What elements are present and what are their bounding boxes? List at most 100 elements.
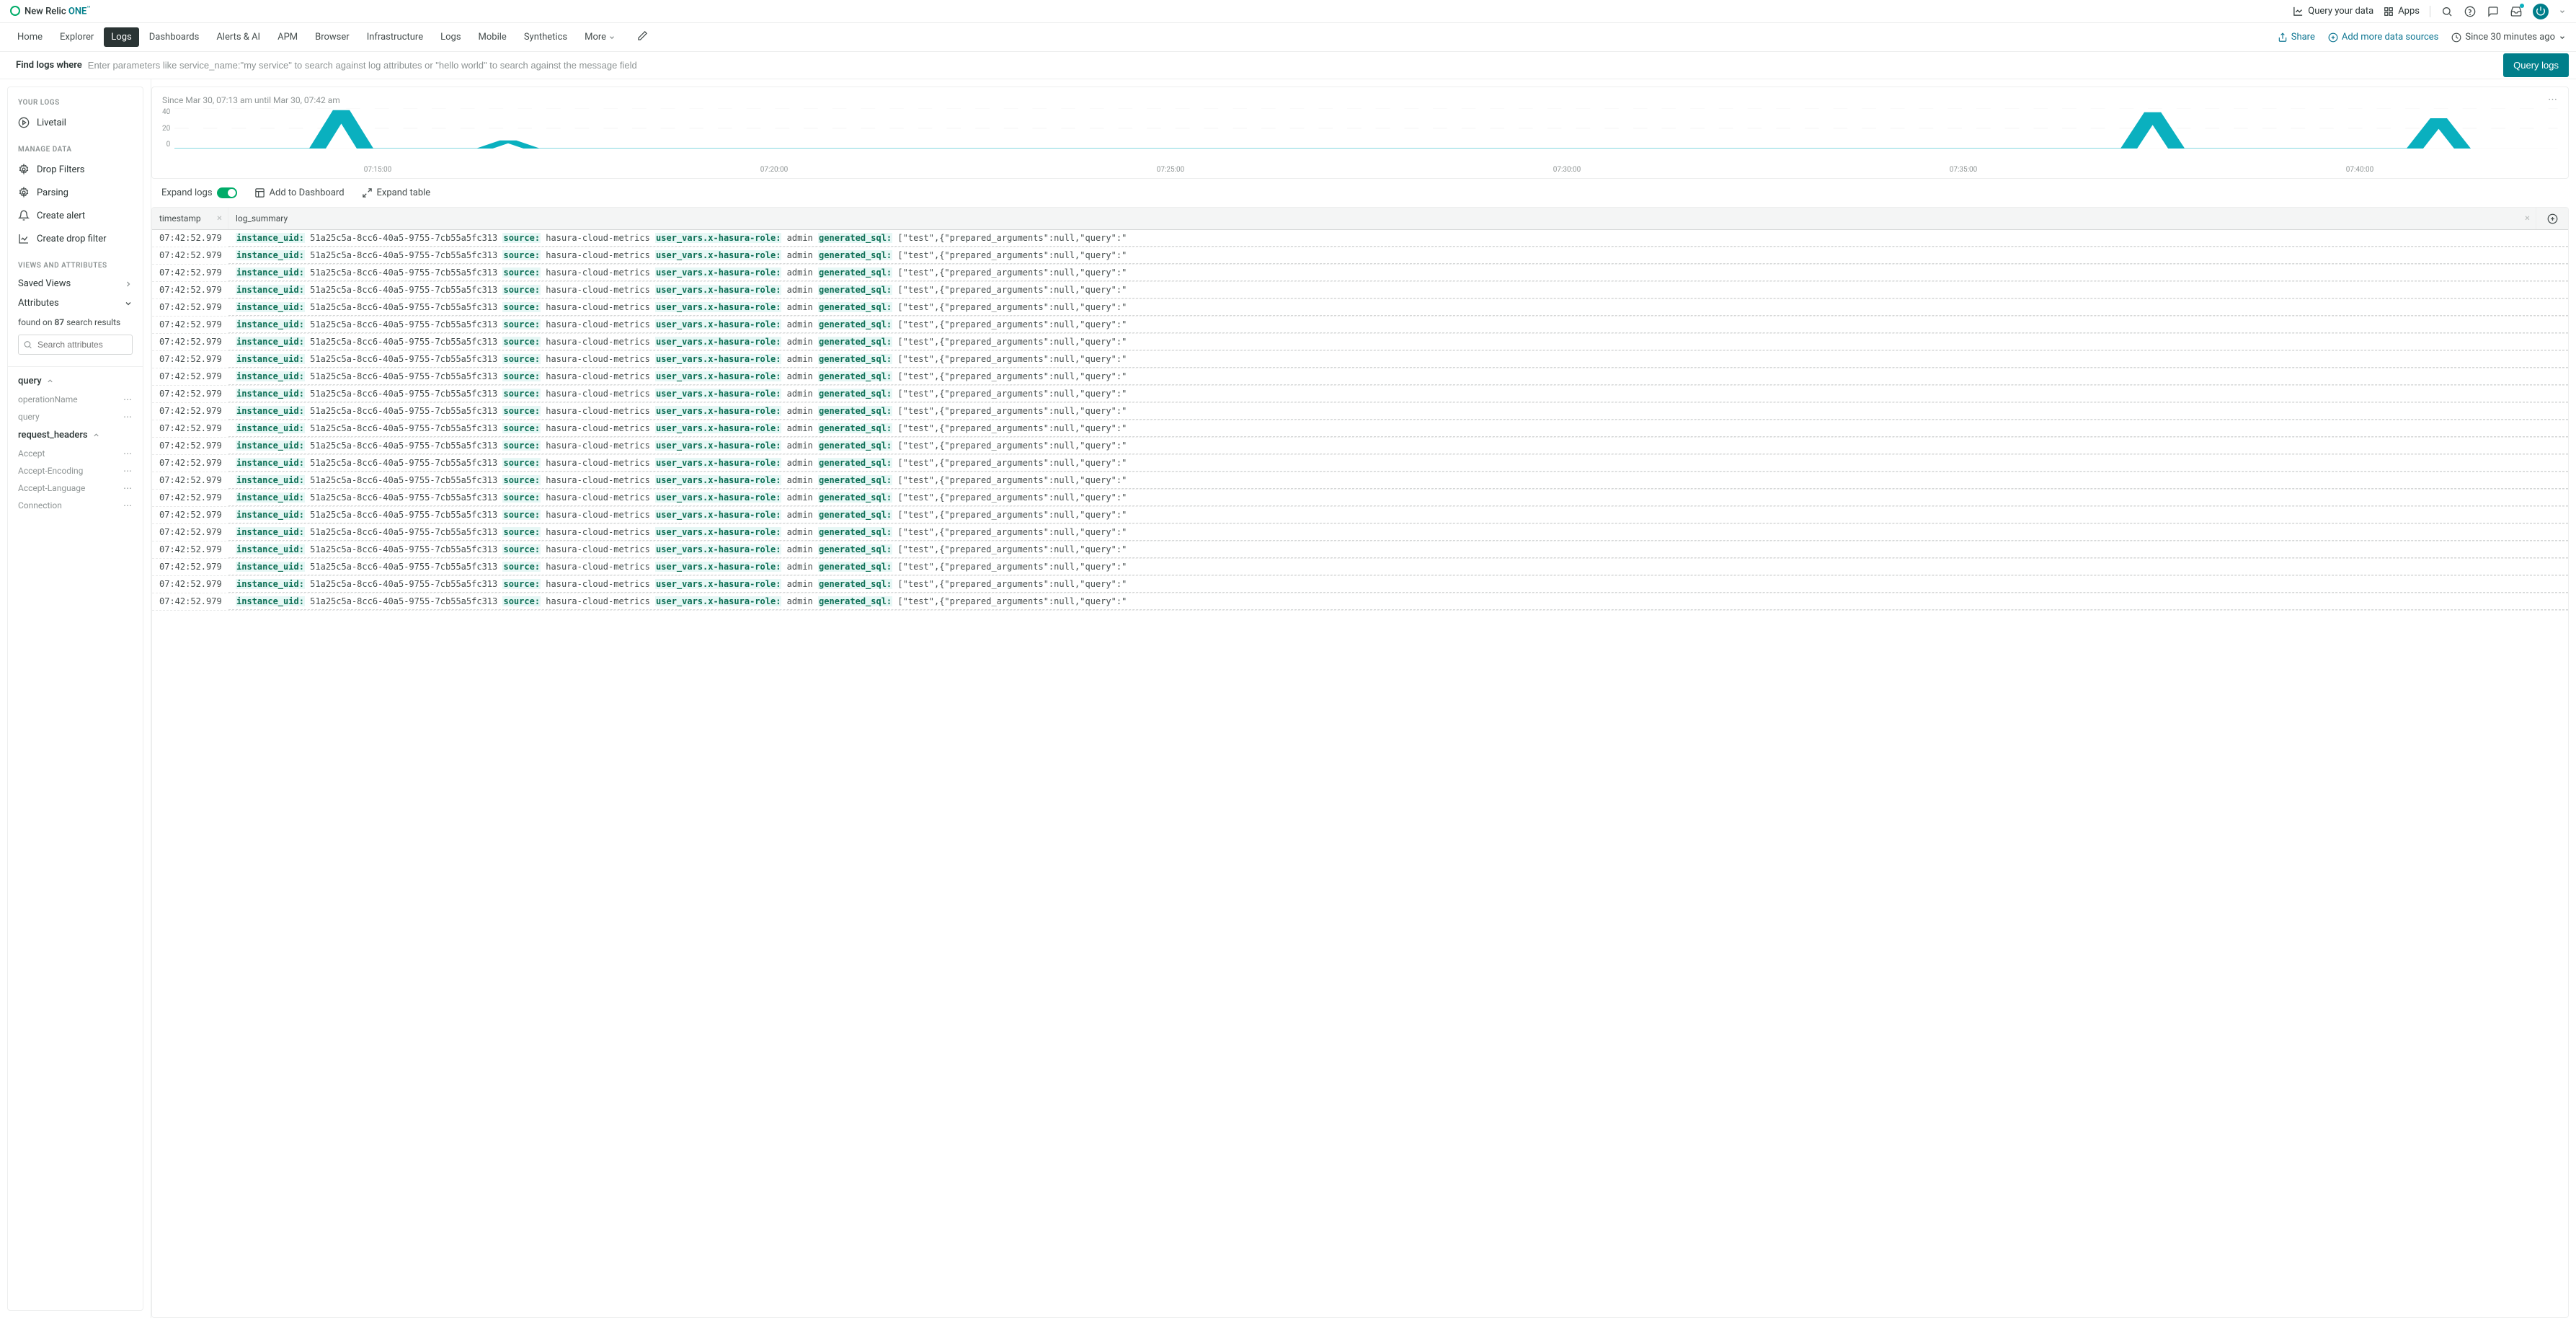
log-row[interactable]: 07:42:52.979instance_uid: 51a25c5a-8cc6-… bbox=[152, 403, 2568, 420]
log-row[interactable]: 07:42:52.979instance_uid: 51a25c5a-8cc6-… bbox=[152, 524, 2568, 541]
log-row[interactable]: 07:42:52.979instance_uid: 51a25c5a-8cc6-… bbox=[152, 368, 2568, 386]
nav-item-apm[interactable]: APM bbox=[270, 27, 305, 47]
search-bar: Find logs where Query logs bbox=[0, 52, 2576, 79]
notifications-icon-button[interactable] bbox=[2510, 5, 2523, 18]
log-row[interactable]: 07:42:52.979instance_uid: 51a25c5a-8cc6-… bbox=[152, 317, 2568, 334]
log-row[interactable]: 07:42:52.979instance_uid: 51a25c5a-8cc6-… bbox=[152, 559, 2568, 576]
log-row[interactable]: 07:42:52.979instance_uid: 51a25c5a-8cc6-… bbox=[152, 265, 2568, 282]
timestamp-cell: 07:42:52.979 bbox=[152, 420, 228, 437]
add-to-dashboard-button[interactable]: Add to Dashboard bbox=[254, 187, 345, 198]
log-row[interactable]: 07:42:52.979instance_uid: 51a25c5a-8cc6-… bbox=[152, 420, 2568, 438]
log-row[interactable]: 07:42:52.979instance_uid: 51a25c5a-8cc6-… bbox=[152, 334, 2568, 351]
chevron-right-icon bbox=[124, 280, 133, 288]
edit-nav-button[interactable] bbox=[637, 30, 648, 44]
parsing-item[interactable]: Parsing bbox=[8, 181, 143, 204]
log-row[interactable]: 07:42:52.979instance_uid: 51a25c5a-8cc6-… bbox=[152, 299, 2568, 317]
log-row[interactable]: 07:42:52.979instance_uid: 51a25c5a-8cc6-… bbox=[152, 282, 2568, 299]
chevron-down-icon bbox=[2559, 34, 2566, 41]
expand-table-button[interactable]: Expand table bbox=[362, 187, 431, 198]
attr-item[interactable]: Accept⋯ bbox=[8, 445, 143, 462]
log-row[interactable]: 07:42:52.979instance_uid: 51a25c5a-8cc6-… bbox=[152, 593, 2568, 611]
more-icon[interactable]: ⋯ bbox=[123, 448, 133, 459]
query-logs-button[interactable]: Query logs bbox=[2503, 53, 2569, 77]
create-alert-item[interactable]: Create alert bbox=[8, 204, 143, 227]
more-icon[interactable]: ⋯ bbox=[123, 412, 133, 422]
timestamp-cell: 07:42:52.979 bbox=[152, 317, 228, 333]
nav-bar: HomeExplorerLogsDashboardsAlerts & AIAPM… bbox=[0, 23, 2576, 52]
apps-link[interactable]: Apps bbox=[2384, 6, 2420, 17]
log-row[interactable]: 07:42:52.979instance_uid: 51a25c5a-8cc6-… bbox=[152, 438, 2568, 455]
nav-item-browser[interactable]: Browser bbox=[308, 27, 357, 47]
toggle-switch-icon[interactable] bbox=[217, 187, 237, 198]
timestamp-cell: 07:42:52.979 bbox=[152, 230, 228, 247]
expand-icon bbox=[362, 187, 373, 198]
search-icon-button[interactable] bbox=[2440, 5, 2453, 18]
log-search-input[interactable] bbox=[88, 60, 2497, 71]
create-drop-filter-item[interactable]: Create drop filter bbox=[8, 227, 143, 250]
log-summary-cell: instance_uid: 51a25c5a-8cc6-40a5-9755-7c… bbox=[228, 472, 2568, 489]
log-row[interactable]: 07:42:52.979instance_uid: 51a25c5a-8cc6-… bbox=[152, 472, 2568, 490]
nav-item-logs[interactable]: Logs bbox=[433, 27, 468, 47]
chart-plot[interactable]: onst legend bbox=[174, 108, 2558, 166]
log-row[interactable]: 07:42:52.979instance_uid: 51a25c5a-8cc6-… bbox=[152, 576, 2568, 593]
table-body[interactable]: 07:42:52.979 instance_uid: 51a25c5a-8cc6-… bbox=[152, 230, 2568, 1317]
log-row[interactable]: 07:42:52.979instance_uid: 51a25c5a-8cc6-… bbox=[152, 230, 2568, 247]
more-icon[interactable]: ⋯ bbox=[123, 394, 133, 404]
nav-item-mobile[interactable]: Mobile bbox=[471, 27, 514, 47]
log-row[interactable]: 07:42:52.979instance_uid: 51a25c5a-8cc6-… bbox=[152, 490, 2568, 507]
help-icon-button[interactable] bbox=[2464, 5, 2477, 18]
nav-item-logs[interactable]: Logs bbox=[104, 27, 138, 47]
log-summary-cell: instance_uid: 51a25c5a-8cc6-40a5-9755-7c… bbox=[228, 490, 2568, 506]
add-column-button[interactable] bbox=[2536, 208, 2568, 229]
chart-more-button[interactable]: ⋯ bbox=[2548, 94, 2558, 105]
more-icon[interactable]: ⋯ bbox=[123, 483, 133, 493]
timestamp-column-header[interactable]: timestamp × bbox=[152, 208, 228, 229]
nav-more-button[interactable]: More bbox=[577, 27, 623, 47]
log-summary-cell: instance_uid: 51a25c5a-8cc6-40a5-9755-7c… bbox=[228, 351, 2568, 368]
attr-group-request-headers[interactable]: request_headers bbox=[8, 425, 143, 445]
drop-filters-item[interactable]: Drop Filters bbox=[8, 158, 143, 181]
brand-logo-area[interactable]: New Relic ONE™ bbox=[10, 5, 90, 17]
log-row[interactable]: 07:42:52.979instance_uid: 51a25c5a-8cc6-… bbox=[152, 247, 2568, 265]
more-icon[interactable]: ⋯ bbox=[123, 500, 133, 510]
log-row[interactable]: 07:42:52.979instance_uid: 51a25c5a-8cc6-… bbox=[152, 507, 2568, 524]
search-attributes-input[interactable] bbox=[18, 335, 133, 355]
attr-item[interactable]: operationName⋯ bbox=[8, 391, 143, 408]
attr-item[interactable]: query⋯ bbox=[8, 408, 143, 425]
log-summary-column-header[interactable]: log_summary × bbox=[228, 208, 2536, 229]
nav-item-home[interactable]: Home bbox=[10, 27, 50, 47]
query-your-data-link[interactable]: Query your data bbox=[2293, 6, 2373, 17]
your-logs-heading: YOUR LOGS bbox=[8, 94, 143, 111]
share-button[interactable]: Share bbox=[2278, 32, 2315, 43]
nav-item-infrastructure[interactable]: Infrastructure bbox=[360, 27, 430, 47]
close-column-button[interactable]: × bbox=[2525, 213, 2530, 224]
log-row[interactable]: 07:42:52.979instance_uid: 51a25c5a-8cc6-… bbox=[152, 386, 2568, 403]
attr-item[interactable]: Accept-Encoding⋯ bbox=[8, 462, 143, 479]
livetail-item[interactable]: Livetail bbox=[8, 111, 143, 134]
attr-item[interactable]: Connection⋯ bbox=[8, 497, 143, 514]
add-data-sources-button[interactable]: Add more data sources bbox=[2328, 32, 2439, 43]
attr-item[interactable]: Accept-Language⋯ bbox=[8, 479, 143, 497]
nav-item-alerts-ai[interactable]: Alerts & AI bbox=[209, 27, 267, 47]
log-row[interactable]: 07:42:52.979instance_uid: 51a25c5a-8cc6-… bbox=[152, 541, 2568, 559]
nav-item-explorer[interactable]: Explorer bbox=[53, 27, 101, 47]
log-row[interactable]: 07:42:52.979instance_uid: 51a25c5a-8cc6-… bbox=[152, 455, 2568, 472]
saved-views-toggle[interactable]: Saved Views bbox=[8, 274, 143, 293]
attr-group-query[interactable]: query bbox=[8, 371, 143, 391]
chevron-down-icon[interactable] bbox=[2559, 8, 2566, 15]
help-icon bbox=[2464, 6, 2476, 17]
time-range-picker[interactable]: Since 30 minutes ago bbox=[2451, 32, 2566, 43]
logs-table: timestamp × log_summary × 07:42:52.979 in… bbox=[151, 207, 2569, 1318]
log-summary-cell: instance_uid: 51a25c5a-8cc6-40a5-9755-7c… bbox=[228, 524, 2568, 541]
more-icon[interactable]: ⋯ bbox=[123, 466, 133, 476]
share-icon bbox=[2278, 32, 2288, 43]
attributes-toggle[interactable]: Attributes bbox=[8, 293, 143, 313]
feedback-icon-button[interactable] bbox=[2487, 5, 2500, 18]
log-row[interactable]: 07:42:52.979instance_uid: 51a25c5a-8cc6-… bbox=[152, 351, 2568, 368]
close-column-button[interactable]: × bbox=[217, 213, 222, 224]
nav-item-dashboards[interactable]: Dashboards bbox=[142, 27, 207, 47]
expand-logs-toggle[interactable]: Expand logs bbox=[161, 187, 237, 198]
log-summary-cell: instance_uid: 51a25c5a-8cc6-40a5-9755-7c… bbox=[228, 541, 2568, 558]
nav-item-synthetics[interactable]: Synthetics bbox=[517, 27, 574, 47]
user-avatar[interactable] bbox=[2533, 4, 2549, 19]
